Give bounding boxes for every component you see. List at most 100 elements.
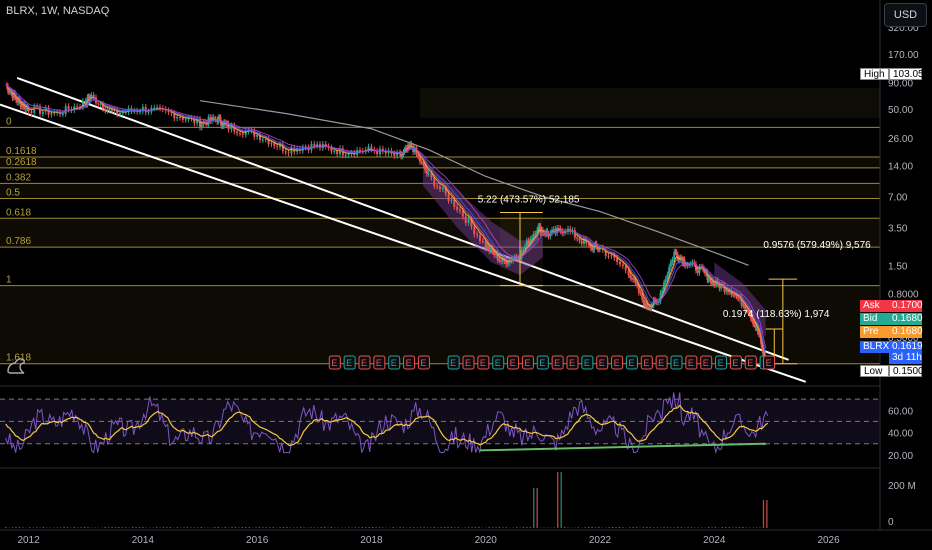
price-candle [607,255,610,257]
volume-bar [183,527,185,528]
volume-bar [296,527,298,528]
price-axis-tick: 26.00 [888,134,913,145]
volume-bar [138,527,141,528]
earnings-marker-label: E [688,358,694,368]
volume-bar [536,488,538,528]
rsi-pane[interactable] [0,392,880,455]
volume-bar [615,527,617,528]
volume-bar [450,527,453,528]
volume-bar [59,527,62,528]
volume-bar [608,527,610,528]
volume-bar [169,527,171,528]
volume-bar [347,527,350,528]
earnings-marker-label: E [480,358,486,368]
volume-bar [121,527,123,528]
price-axis-tick: 50.00 [888,105,913,116]
volume-bar [365,527,367,528]
price-candle [732,294,735,296]
volume-bar [721,526,723,528]
bar-countdown: 3d 11h [889,352,922,364]
volume-bar [5,526,7,528]
earnings-marker-label: E [376,358,382,368]
volume-bar [464,527,466,528]
price-candle [557,227,560,229]
volume-bar [557,472,559,528]
volume-axis-tick: 0 [888,517,894,528]
symbol-last-label: BLRX [860,341,889,353]
volume-bar [269,527,271,528]
price-axis-tick: 1.50 [888,261,908,272]
tradingview-chart[interactable]: 00.16180.26180.3820.50.6180.78611.6185.2… [0,0,932,550]
price-axis-tick: 170.00 [888,50,919,61]
price-candle [479,235,481,241]
price-candle [578,238,581,241]
volume-bar [159,527,161,528]
volume-bar [416,527,418,528]
volume-bar [419,527,422,528]
volume-bar [738,527,741,528]
earnings-marker-label: E [658,358,664,368]
volume-bar [622,527,624,528]
fib-level-label: 1 [6,275,12,286]
price-candle [119,113,121,115]
volume-bar [114,527,117,528]
price-candle [313,143,316,146]
volume-bar [677,526,679,528]
price-candle [627,270,630,275]
bid-value: 0.1680 [889,313,923,325]
price-candle [276,145,279,147]
volume-bar [553,527,555,528]
volume-bar [83,526,86,528]
volume-bar [15,527,17,528]
volume-bar [197,527,199,528]
volume-bar [142,526,144,528]
fib-level-label: 0.786 [6,236,31,247]
earnings-marker-label: E [495,358,501,368]
volume-bar [725,527,727,528]
price-candle [671,259,674,262]
time-axis-tick: 2016 [246,535,269,546]
price-pane[interactable]: 00.16180.26180.3820.50.6180.78611.6185.2… [0,76,880,383]
measure-label-2: 0.9576 (579.49%) 9,576 [763,240,871,251]
volume-bar [529,526,531,528]
volume-bar [11,527,14,528]
volume-pane[interactable] [5,472,768,528]
volume-bar [611,526,614,528]
currency-button[interactable]: USD [884,3,927,27]
volume-bar [526,527,528,528]
volume-bar [443,527,446,528]
volume-bar [666,527,669,528]
volume-bar [166,527,168,528]
price-candle [450,199,453,201]
volume-bar [690,527,693,528]
earnings-marker-label: E [331,358,337,368]
volume-bar [375,527,377,528]
price-candle [737,296,740,299]
earnings-marker-label: E [643,358,649,368]
volume-bar [186,527,189,528]
price-candle [106,109,109,111]
volume-bar [111,527,113,528]
price-axis-tick: 7.00 [888,193,908,204]
fib-level-label: 0.2618 [6,157,37,168]
volume-bar [22,527,24,528]
price-candle [427,173,430,175]
price-candle [639,292,642,294]
volume-bar [241,526,243,528]
price-candle [439,186,441,190]
rsi-divergence-line [479,442,766,452]
price-candle [410,143,413,146]
price-candle [270,143,273,145]
volume-bar [49,527,51,528]
volume-bar [368,526,370,528]
volume-bar [584,527,586,528]
price-candle [664,279,667,283]
price-axis-tick: 0.8000 [888,289,919,300]
price-candle [666,274,669,280]
volume-bar [430,527,432,528]
volume-bar [543,527,545,528]
earnings-marker-label: E [614,358,620,368]
earnings-marker-label: E [732,358,738,368]
high-value: 103.05 [889,68,924,80]
fib-band [0,156,880,168]
